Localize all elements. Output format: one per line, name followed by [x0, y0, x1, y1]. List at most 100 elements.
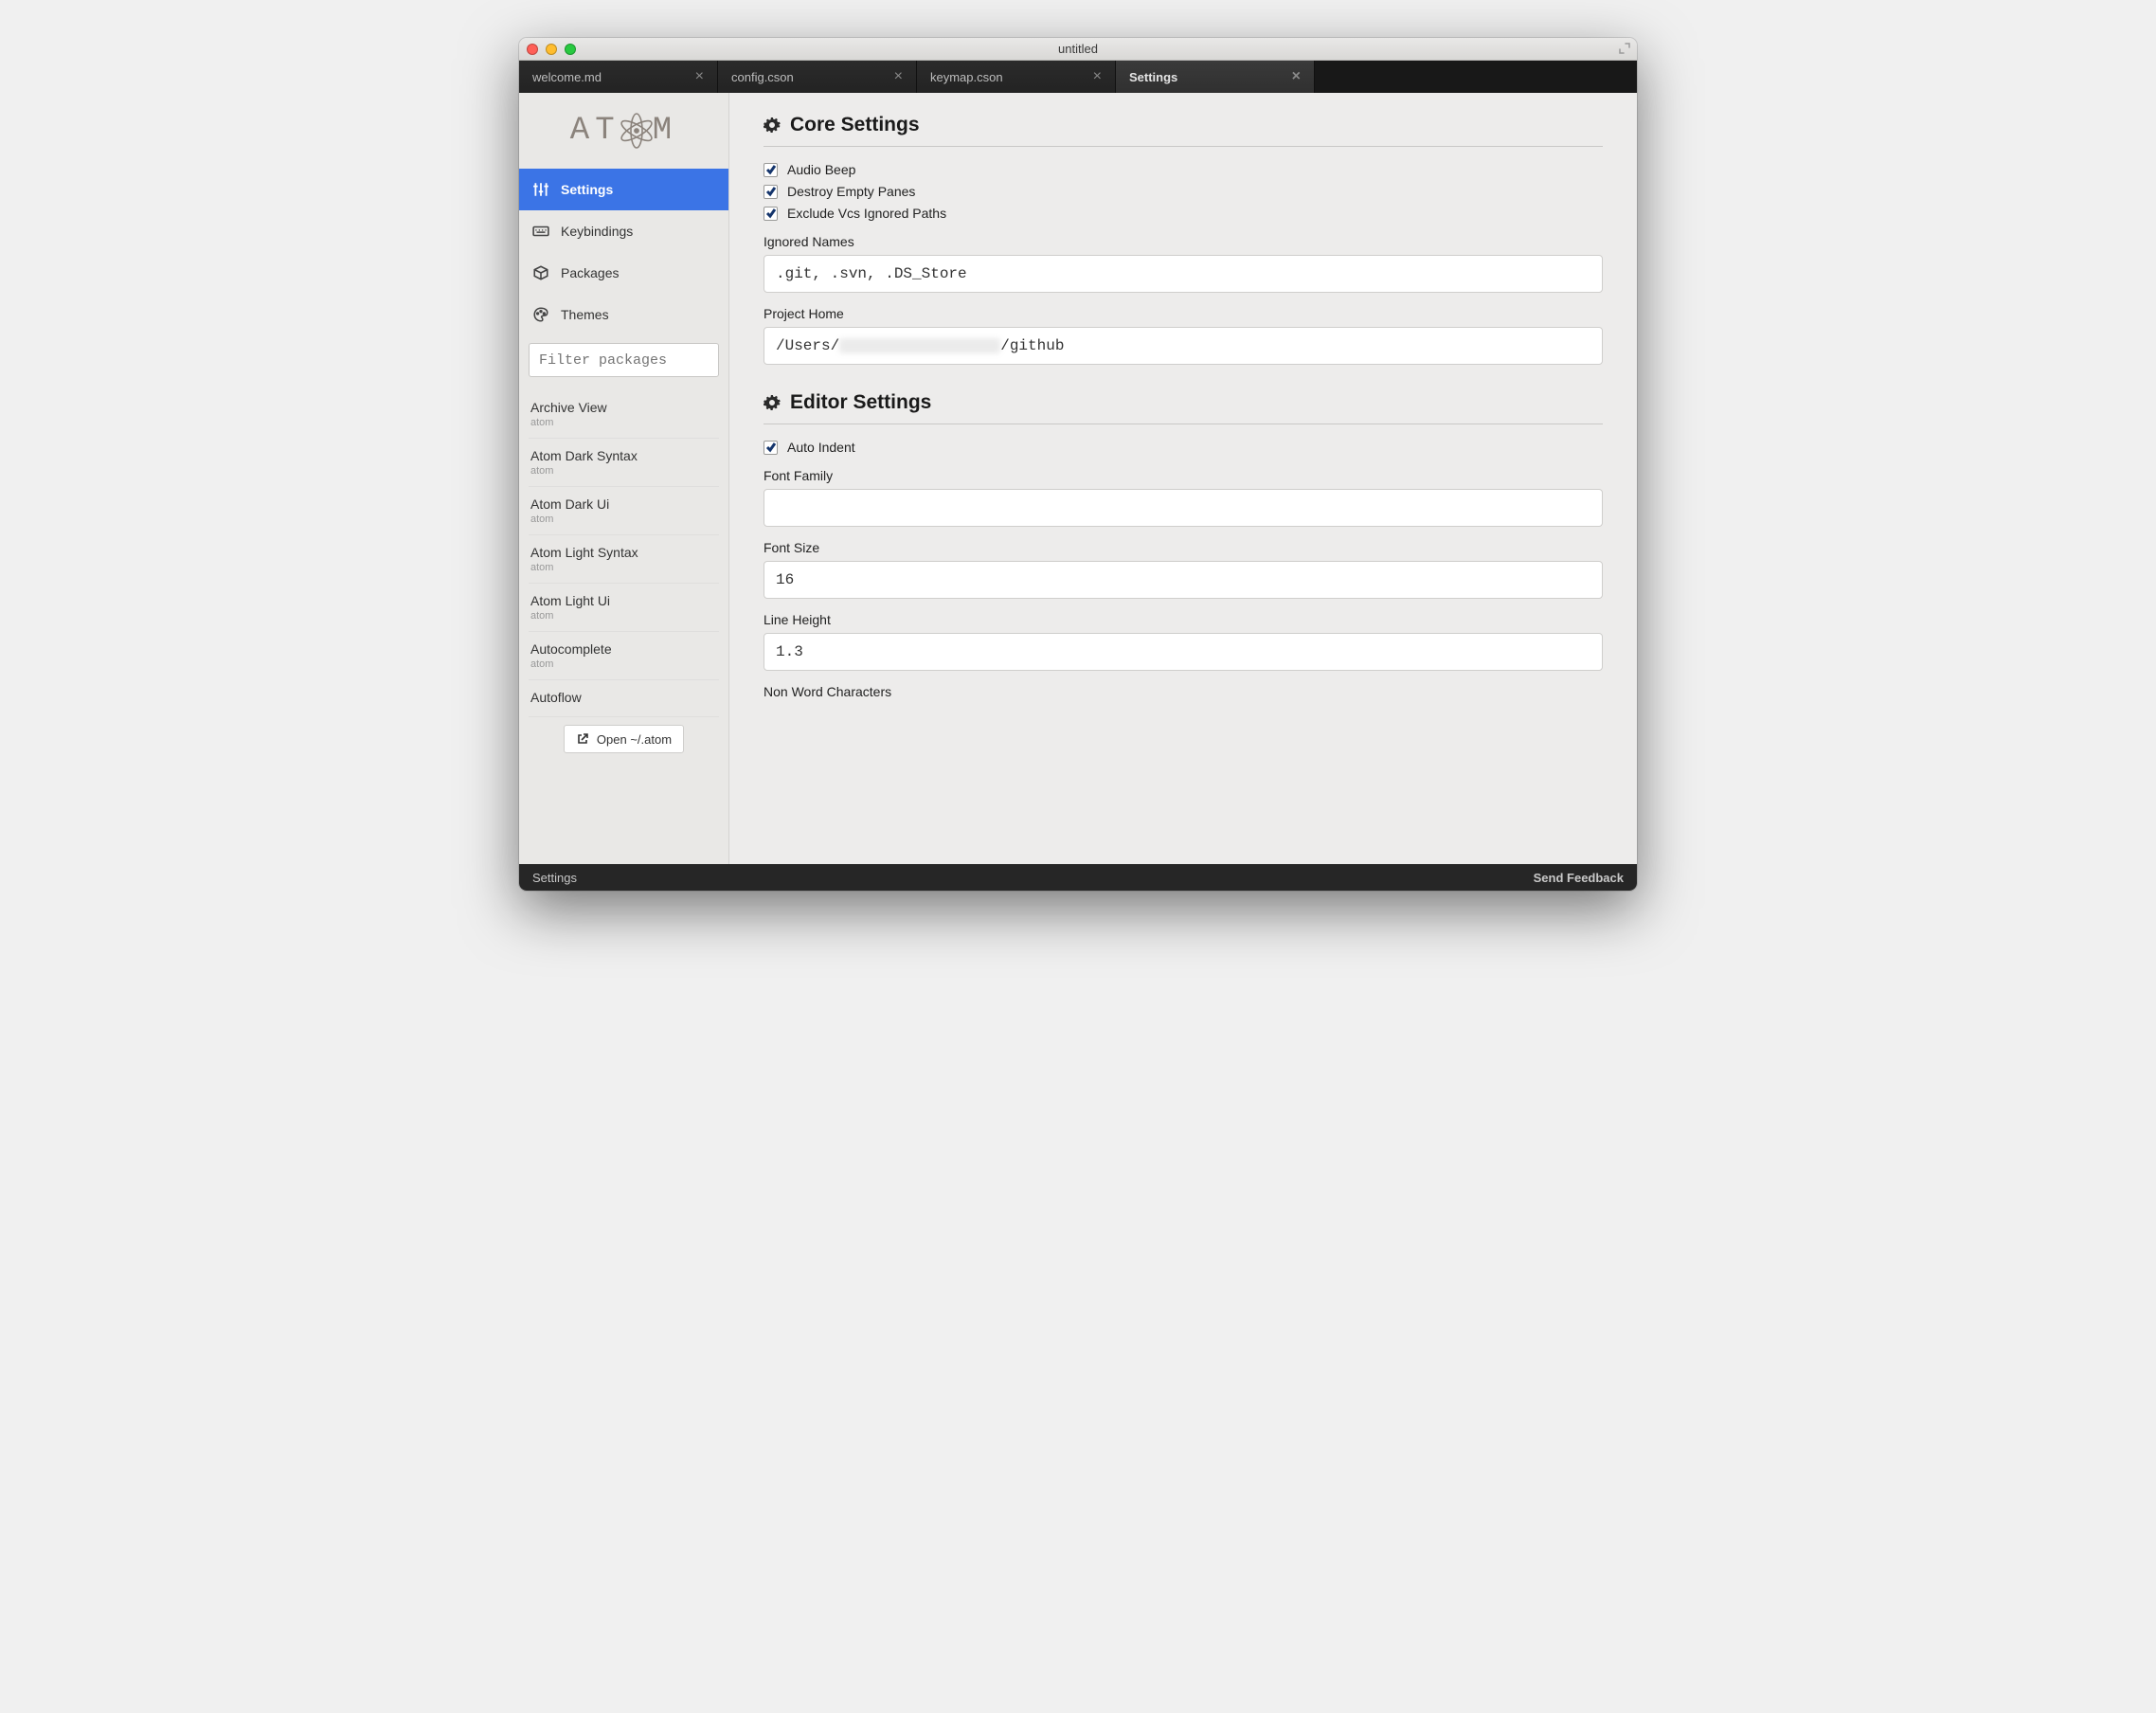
tab-label: welcome.md: [532, 70, 602, 84]
tab-label: Settings: [1129, 70, 1177, 84]
list-item[interactable]: Atom Dark Syntax atom: [529, 439, 719, 487]
core-settings-heading: Core Settings: [764, 114, 1603, 147]
gear-icon: [764, 394, 781, 411]
font-family-input[interactable]: [764, 489, 1603, 527]
field-label: Project Home: [764, 306, 1603, 321]
list-item[interactable]: Atom Light Ui atom: [529, 584, 719, 632]
package-author: atom: [530, 610, 717, 622]
list-item[interactable]: Autoflow: [529, 680, 719, 717]
checkbox-icon: [764, 441, 778, 455]
list-item[interactable]: Archive View atom: [529, 390, 719, 439]
ignored-names-input[interactable]: [764, 255, 1603, 293]
tab-config[interactable]: config.cson ×: [718, 61, 917, 93]
workspace: AT M Settings: [519, 93, 1637, 864]
send-feedback-link[interactable]: Send Feedback: [1534, 871, 1624, 885]
sidebar-item-keybindings[interactable]: Keybindings: [519, 210, 728, 252]
close-icon[interactable]: ×: [1093, 69, 1102, 84]
sidebar-item-settings[interactable]: Settings: [519, 169, 728, 210]
sidebar-item-themes[interactable]: Themes: [519, 294, 728, 335]
window-title: untitled: [519, 42, 1637, 56]
atom-icon: [617, 111, 656, 151]
field-label: Ignored Names: [764, 234, 1603, 249]
logo-text: AT: [570, 113, 620, 149]
section-title: Editor Settings: [790, 391, 931, 414]
filter-packages-input[interactable]: [529, 343, 719, 377]
package-author: atom: [530, 465, 717, 477]
nav-label: Settings: [561, 182, 613, 197]
field-project-home: Project Home /Users/ /github: [764, 306, 1603, 365]
atom-logo: AT M: [519, 93, 728, 169]
field-font-family: Font Family: [764, 468, 1603, 527]
keyboard-icon: [532, 223, 549, 240]
field-ignored-names: Ignored Names: [764, 234, 1603, 293]
tab-settings[interactable]: Settings ×: [1116, 61, 1315, 93]
package-author: atom: [530, 658, 717, 670]
package-name: Autocomplete: [530, 641, 717, 657]
sliders-icon: [532, 181, 549, 198]
sidebar-nav: Settings Keybindings Packages: [519, 169, 728, 335]
tab-label: config.cson: [731, 70, 794, 84]
project-home-input[interactable]: /Users/ /github: [764, 327, 1603, 365]
checkbox-icon: [764, 207, 778, 221]
package-name: Atom Light Syntax: [530, 545, 717, 560]
field-font-size: Font Size: [764, 540, 1603, 599]
close-icon[interactable]: ×: [695, 69, 704, 84]
field-label: Font Size: [764, 540, 1603, 555]
editor-settings-heading: Editor Settings: [764, 391, 1603, 424]
redacted-segment: [839, 338, 1000, 353]
checkbox-exclude-vcs[interactable]: Exclude Vcs Ignored Paths: [764, 206, 1603, 221]
settings-panel[interactable]: Core Settings Audio Beep Destroy Empty P…: [729, 93, 1637, 864]
field-label: Font Family: [764, 468, 1603, 483]
tab-label: keymap.cson: [930, 70, 1003, 84]
sidebar-item-packages[interactable]: Packages: [519, 252, 728, 294]
nav-label: Themes: [561, 307, 609, 322]
field-line-height: Line Height: [764, 612, 1603, 671]
tab-welcome[interactable]: welcome.md ×: [519, 61, 718, 93]
fullscreen-icon[interactable]: [1618, 42, 1631, 55]
package-list[interactable]: Archive View atom Atom Dark Syntax atom …: [519, 385, 728, 864]
field-non-word-characters: Non Word Characters: [764, 684, 1603, 699]
checkbox-label: Audio Beep: [787, 162, 855, 177]
tab-bar: welcome.md × config.cson × keymap.cson ×…: [519, 61, 1637, 93]
tab-bar-empty: [1315, 61, 1637, 93]
logo-text: M: [653, 113, 678, 149]
titlebar: untitled: [519, 38, 1637, 61]
open-button-label: Open ~/.atom: [597, 732, 672, 747]
list-item[interactable]: Atom Light Syntax atom: [529, 535, 719, 584]
font-size-input[interactable]: [764, 561, 1603, 599]
path-prefix: /Users/: [776, 337, 839, 354]
open-atom-folder-wrap: Open ~/.atom: [529, 717, 719, 765]
checkbox-destroy-empty-panes[interactable]: Destroy Empty Panes: [764, 184, 1603, 199]
status-bar: Settings Send Feedback: [519, 864, 1637, 891]
tab-keymap[interactable]: keymap.cson ×: [917, 61, 1116, 93]
path-suffix: /github: [1000, 337, 1064, 354]
field-label: Non Word Characters: [764, 684, 1603, 699]
package-author: atom: [530, 562, 717, 573]
app-window: untitled welcome.md × config.cson × keym…: [519, 38, 1637, 891]
checkbox-label: Auto Indent: [787, 440, 855, 455]
line-height-input[interactable]: [764, 633, 1603, 671]
status-left: Settings: [532, 871, 577, 885]
package-name: Atom Light Ui: [530, 593, 717, 608]
checkbox-label: Exclude Vcs Ignored Paths: [787, 206, 946, 221]
settings-sidebar: AT M Settings: [519, 93, 729, 864]
palette-icon: [532, 306, 549, 323]
filter-packages-box: [529, 343, 719, 377]
checkbox-icon: [764, 185, 778, 199]
package-name: Autoflow: [530, 690, 717, 705]
package-author: atom: [530, 417, 717, 428]
list-item[interactable]: Autocomplete atom: [529, 632, 719, 680]
nav-label: Packages: [561, 265, 619, 280]
open-atom-folder-button[interactable]: Open ~/.atom: [564, 725, 684, 753]
list-item[interactable]: Atom Dark Ui atom: [529, 487, 719, 535]
checkbox-audio-beep[interactable]: Audio Beep: [764, 162, 1603, 177]
section-title: Core Settings: [790, 114, 920, 136]
checkbox-auto-indent[interactable]: Auto Indent: [764, 440, 1603, 455]
close-icon[interactable]: ×: [894, 69, 903, 84]
checkbox-icon: [764, 163, 778, 177]
package-name: Archive View: [530, 400, 717, 415]
package-icon: [532, 264, 549, 281]
close-icon[interactable]: ×: [1292, 69, 1301, 84]
package-name: Atom Dark Ui: [530, 496, 717, 512]
package-author: atom: [530, 514, 717, 525]
